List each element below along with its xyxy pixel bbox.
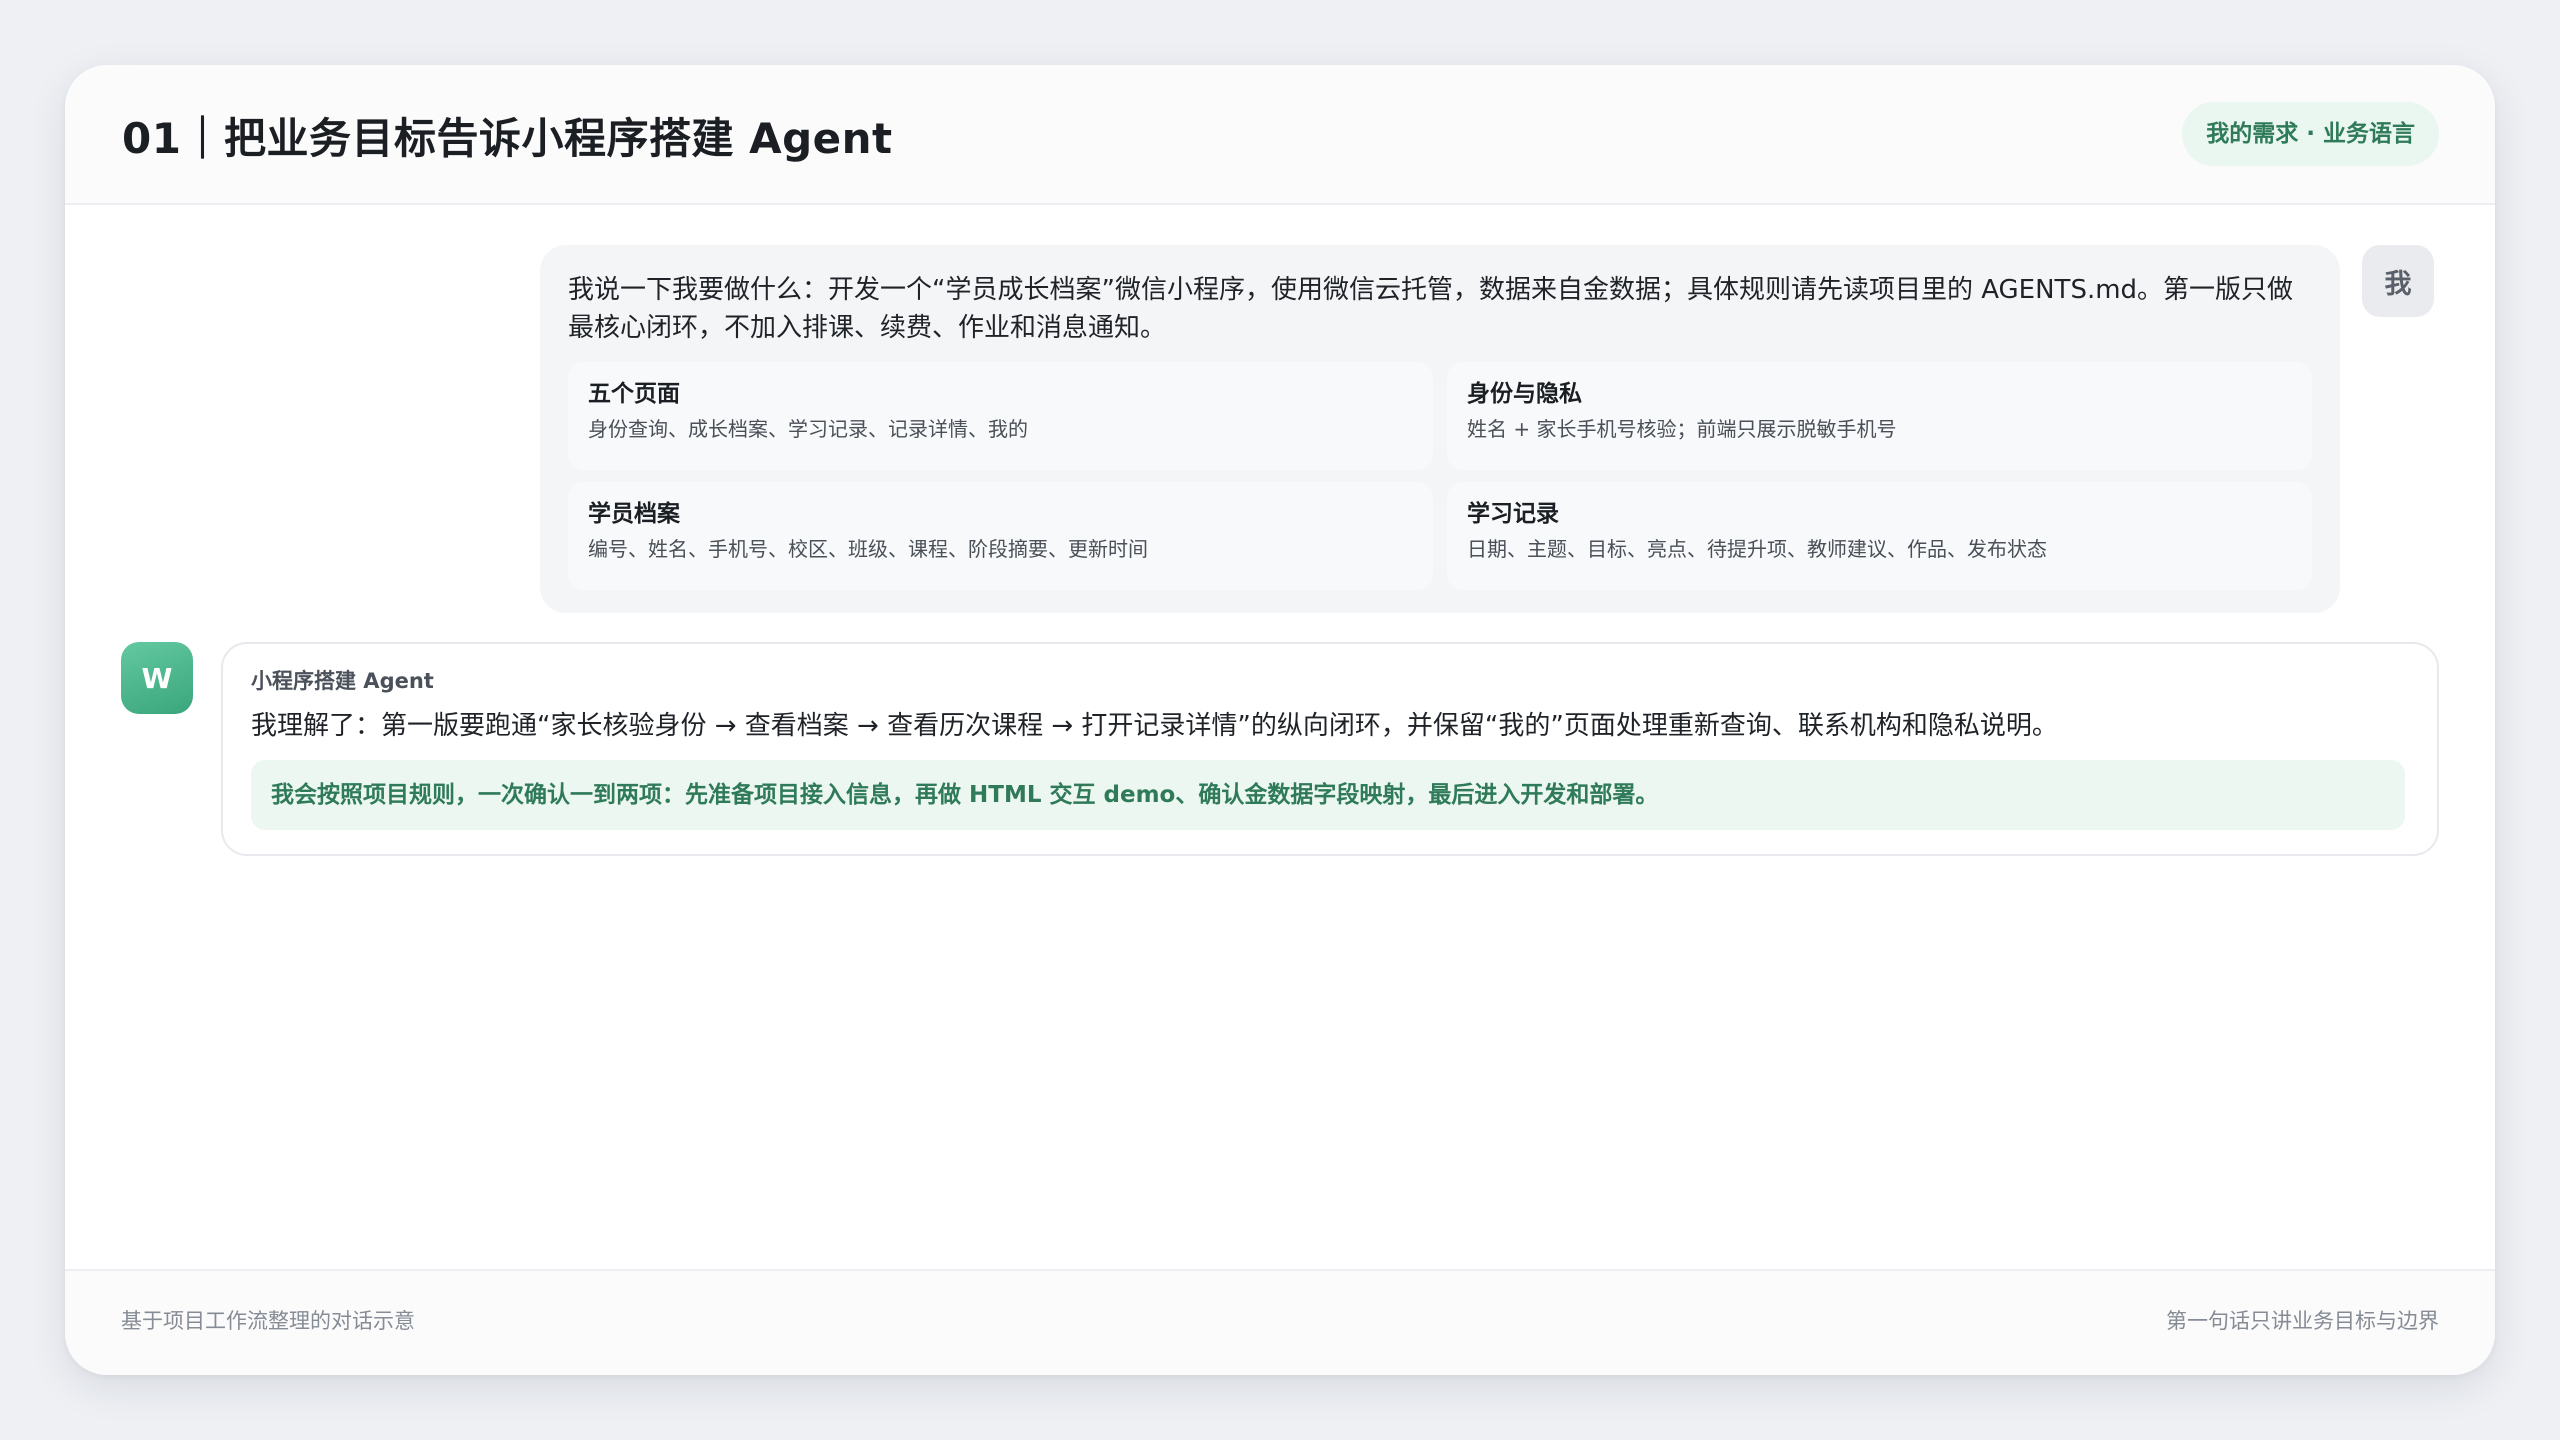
requirement-card-pages: 五个页面 身份查询、成长档案、学习记录、记录详情、我的: [568, 362, 1433, 470]
agent-callout: 我会按照项目规则，一次确认一到两项：先准备项目接入信息，再做 HTML 交互 d…: [251, 760, 2405, 830]
agent-name: 小程序搭建 Agent: [251, 669, 434, 693]
requirements-grid: 五个页面 身份查询、成长档案、学习记录、记录详情、我的 身份与隐私 姓名 + 家…: [568, 362, 2312, 590]
requirement-desc: 身份查询、成长档案、学习记录、记录详情、我的: [588, 417, 1028, 441]
requirement-card-records: 学习记录 日期、主题、目标、亮点、待提升项、教师建议、作品、发布状态: [1447, 482, 2312, 590]
footer-note-right: 第一句话只讲业务目标与边界: [2166, 1309, 2439, 1333]
chat-area: 我说一下我要做什么：开发一个“学员成长档案”微信小程序，使用微信云托管，数据来自…: [65, 205, 2495, 1235]
footer-note-left: 基于项目工作流整理的对话示意: [121, 1309, 415, 1333]
requirement-card-profile: 学员档案 编号、姓名、手机号、校区、班级、课程、阶段摘要、更新时间: [568, 482, 1433, 590]
requirement-card-identity: 身份与隐私 姓名 + 家长手机号核验；前端只展示脱敏手机号: [1447, 362, 2312, 470]
header: 01｜把业务目标告诉小程序搭建 Agent 我的需求 · 业务语言: [65, 65, 2495, 205]
requirement-desc: 姓名 + 家长手机号核验；前端只展示脱敏手机号: [1467, 417, 1897, 441]
page-title: 01｜把业务目标告诉小程序搭建 Agent: [122, 114, 893, 163]
user-message-text: 我说一下我要做什么：开发一个“学员成长档案”微信小程序，使用微信云托管，数据来自…: [568, 275, 2294, 343]
requirement-title: 学员档案: [588, 501, 680, 527]
status-badge: 我的需求 · 业务语言: [2182, 102, 2439, 166]
requirement-title: 身份与隐私: [1467, 381, 1582, 407]
avatar: 我: [2362, 245, 2434, 317]
requirement-desc: 编号、姓名、手机号、校区、班级、课程、阶段摘要、更新时间: [588, 537, 1148, 561]
requirement-desc: 日期、主题、目标、亮点、待提升项、教师建议、作品、发布状态: [1467, 537, 2047, 561]
footer: 基于项目工作流整理的对话示意 第一句话只讲业务目标与边界: [65, 1269, 2495, 1375]
agent-avatar: W: [121, 642, 193, 714]
user-message-bubble: 我说一下我要做什么：开发一个“学员成长档案”微信小程序，使用微信云托管，数据来自…: [540, 245, 2340, 613]
agent-message-text: 我理解了：第一版要跑通“家长核验身份 → 查看档案 → 查看历次课程 → 打开记…: [251, 711, 2058, 741]
agent-message-bubble: 小程序搭建 Agent 我理解了：第一版要跑通“家长核验身份 → 查看档案 → …: [221, 642, 2439, 856]
slide-card: 01｜把业务目标告诉小程序搭建 Agent 我的需求 · 业务语言 我说一下我要…: [65, 65, 2495, 1375]
requirement-title: 五个页面: [588, 381, 680, 407]
requirement-title: 学习记录: [1467, 501, 1559, 527]
